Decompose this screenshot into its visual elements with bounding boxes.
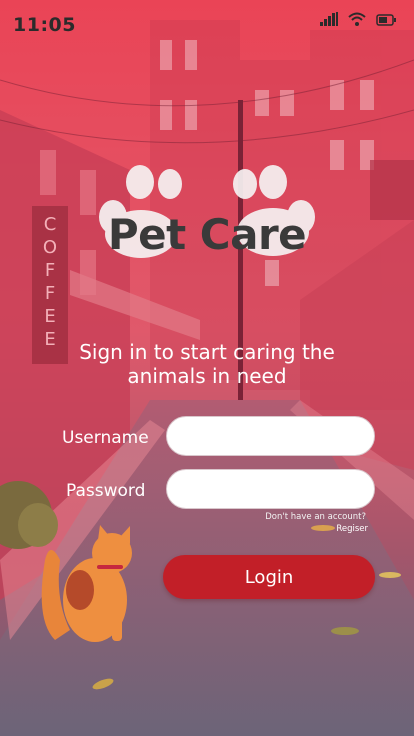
username-input[interactable] <box>166 416 375 456</box>
username-label: Username <box>62 428 149 448</box>
login-button[interactable]: Login <box>163 555 375 599</box>
signal-icon <box>320 11 338 30</box>
status-bar: 11:05 <box>0 0 414 46</box>
status-time: 11:05 <box>13 14 76 36</box>
tagline: Sign in to start caring the animals in n… <box>79 340 335 388</box>
no-account-text: Don't have an account? <box>265 512 366 522</box>
status-icons <box>320 11 396 30</box>
password-input[interactable] <box>166 469 375 509</box>
app-title: Pet Care <box>107 210 307 259</box>
register-link[interactable]: Regiser <box>336 524 368 534</box>
password-label: Password <box>66 481 146 501</box>
wifi-icon <box>348 11 366 30</box>
battery-icon <box>376 11 396 30</box>
